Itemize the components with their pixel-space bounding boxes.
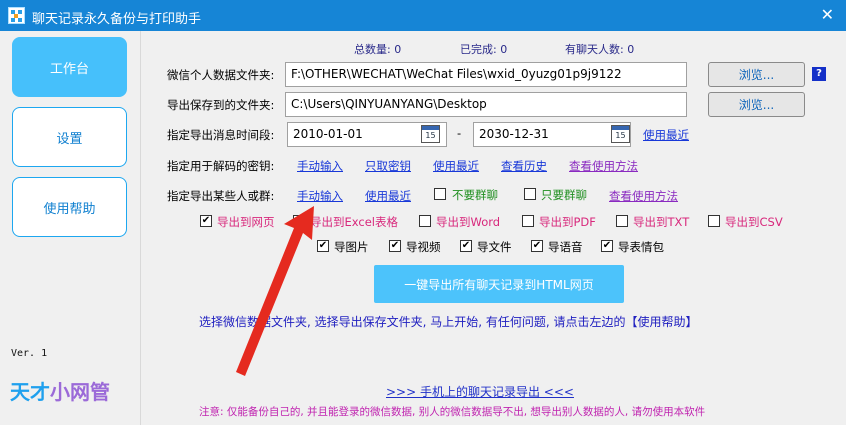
key-howto-link[interactable]: 查看使用方法 (569, 158, 638, 174)
notice-text: 注意: 仅能备份自己的, 并且能登录的微信数据, 别人的微信数据导不出, 想导出… (199, 406, 706, 418)
stat-contacts: 有聊天人数: 0 (565, 43, 635, 56)
media-voice-label: 导语音 (548, 240, 583, 254)
sidebar-item-label: 设置 (56, 131, 83, 147)
window-title: 聊天记录永久备份与打印助手 (32, 12, 202, 27)
target-recent-link[interactable]: 使用最近 (365, 188, 411, 204)
calendar-icon[interactable]: 15 (611, 125, 630, 143)
export-word-checkbox[interactable] (419, 215, 431, 227)
main-panel: 总数量: 0 已完成: 0 有聊天人数: 0 微信个人数据文件夹: F:\OTH… (141, 31, 846, 425)
end-date-field[interactable]: 2030-12-31 (473, 122, 631, 147)
export-word-label: 导出到Word (436, 215, 501, 229)
media-video-label: 导视频 (406, 240, 441, 254)
logo-text-part1: 天才 (10, 379, 50, 404)
no-group-checkbox[interactable] (434, 188, 446, 200)
media-file-label: 导文件 (477, 240, 512, 254)
sidebar-item-settings[interactable]: 设置 (12, 107, 127, 167)
date-use-recent-link[interactable]: 使用最近 (643, 127, 689, 143)
sidebar-item-workbench[interactable]: 工作台 (12, 37, 127, 97)
stat-total: 总数量: 0 (354, 43, 402, 56)
brand-logo: 天才 小网管 (10, 364, 132, 416)
only-group-label: 只要群聊 (541, 188, 587, 202)
mobile-export-link[interactable]: >>> 手机上的聊天记录导出 <<< (386, 383, 574, 400)
export-excel-checkbox[interactable] (293, 215, 305, 227)
export-all-html-button[interactable]: 一键导出所有聊天记录到HTML网页 (374, 265, 624, 303)
date-range-label: 指定导出消息时间段: (167, 128, 275, 142)
sidebar: 工作台 设置 使用帮助 Ver. 1 天才 小网管 (0, 31, 141, 425)
target-label: 指定导出某些人或群: (167, 189, 275, 203)
media-image-label: 导图片 (334, 240, 369, 254)
export-web-label: 导出到网页 (217, 215, 275, 229)
stat-done: 已完成: 0 (460, 43, 508, 56)
calendar-icon[interactable]: 15 (421, 125, 440, 143)
sidebar-item-help[interactable]: 使用帮助 (12, 177, 127, 237)
export-txt-label: 导出到TXT (633, 215, 690, 229)
wechat-folder-label: 微信个人数据文件夹: (167, 68, 275, 82)
target-howto-link[interactable]: 查看使用方法 (609, 188, 678, 204)
export-excel-label: 导出到Excel表格 (310, 215, 398, 229)
key-label: 指定用于解码的密钥: (167, 159, 275, 173)
title-bar: 聊天记录永久备份与打印助手 ✕ (0, 0, 846, 31)
sidebar-item-label: 使用帮助 (43, 201, 96, 217)
media-image-checkbox[interactable]: ✔ (317, 240, 329, 252)
logo-text-part2: 小网管 (50, 379, 110, 404)
media-sticker-label: 导表情包 (618, 240, 664, 254)
save-folder-field[interactable]: C:\Users\QINYUANYANG\Desktop (285, 92, 687, 117)
media-voice-checkbox[interactable]: ✔ (531, 240, 543, 252)
media-sticker-checkbox[interactable]: ✔ (601, 240, 613, 252)
export-pdf-checkbox[interactable] (522, 215, 534, 227)
only-group-checkbox[interactable] (524, 188, 536, 200)
instructions-text: 选择微信数据文件夹, 选择导出保存文件夹, 马上开始, 有任何问题, 请点击左边… (199, 315, 698, 329)
export-csv-checkbox[interactable] (708, 215, 720, 227)
key-recent-link[interactable]: 使用最近 (433, 158, 479, 174)
key-history-link[interactable]: 查看历史 (501, 158, 547, 174)
app-icon (8, 7, 25, 24)
key-fetch-link[interactable]: 只取密钥 (365, 158, 411, 174)
date-separator: - (457, 126, 462, 140)
browse-save-button[interactable]: 浏览... (708, 92, 805, 117)
close-icon[interactable]: ✕ (821, 6, 834, 24)
export-csv-label: 导出到CSV (725, 215, 783, 229)
export-txt-checkbox[interactable] (616, 215, 628, 227)
sidebar-item-label: 工作台 (49, 61, 89, 77)
version-label: Ver. 1 (11, 348, 48, 359)
export-pdf-label: 导出到PDF (539, 215, 596, 229)
browse-wechat-button[interactable]: 浏览... (708, 62, 805, 87)
target-manual-link[interactable]: 手动输入 (297, 188, 343, 204)
help-icon[interactable]: ? (812, 67, 826, 81)
no-group-label: 不要群聊 (452, 188, 498, 202)
media-file-checkbox[interactable]: ✔ (460, 240, 472, 252)
export-web-checkbox[interactable]: ✔ (200, 215, 212, 227)
save-folder-label: 导出保存到的文件夹: (167, 98, 275, 112)
key-manual-link[interactable]: 手动输入 (297, 158, 343, 174)
media-video-checkbox[interactable]: ✔ (389, 240, 401, 252)
wechat-folder-field[interactable]: F:\OTHER\WECHAT\WeChat Files\wxid_0yuzg0… (285, 62, 687, 87)
